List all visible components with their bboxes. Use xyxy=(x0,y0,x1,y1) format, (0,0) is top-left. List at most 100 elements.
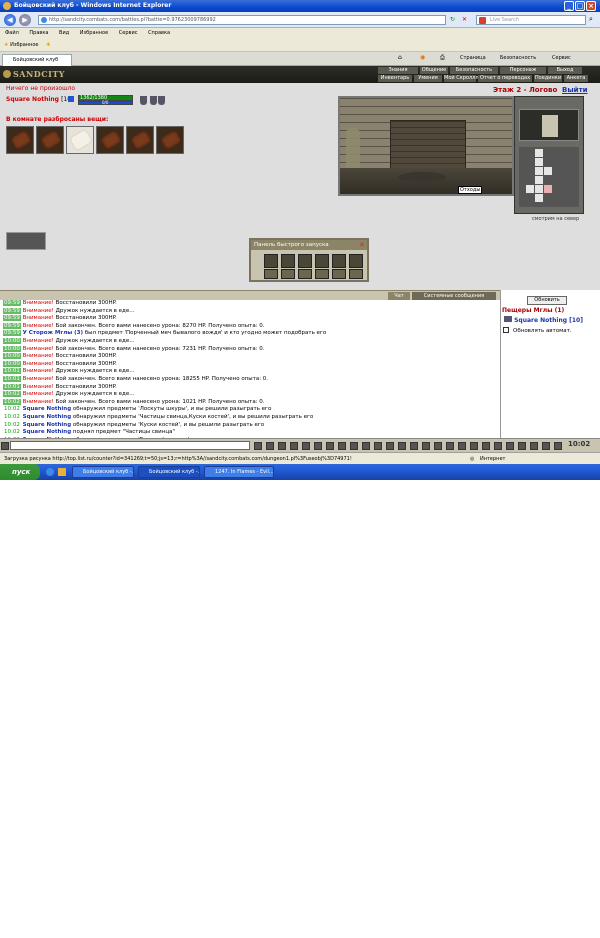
shield-icon[interactable] xyxy=(140,96,147,105)
toolbar-icon[interactable] xyxy=(458,442,466,450)
shield-icon-3[interactable] xyxy=(158,96,165,105)
quicklaunch-icon[interactable] xyxy=(58,468,66,476)
menu-favorites[interactable]: Избранное xyxy=(80,30,108,36)
toolbar-icon[interactable] xyxy=(470,442,478,450)
maximize-button[interactable]: □ xyxy=(575,1,585,11)
chat-player[interactable]: Square Nothing xyxy=(23,406,72,412)
toolbar-icon[interactable] xyxy=(530,442,538,450)
home-icon[interactable]: ⌂ xyxy=(398,54,402,61)
quick-slot-12[interactable] xyxy=(349,269,363,279)
chat-time[interactable]: 10:02 xyxy=(3,391,21,398)
chat-player[interactable]: Square Nothing xyxy=(23,422,72,428)
navigation-compass[interactable] xyxy=(519,109,579,141)
chat-time[interactable]: 10:02 xyxy=(3,422,21,428)
toolbar-icon[interactable] xyxy=(338,442,346,450)
toolbar-icon[interactable] xyxy=(374,442,382,450)
menu-help[interactable]: Справка xyxy=(148,30,170,36)
toolbar-icon[interactable] xyxy=(398,442,406,450)
menu-file[interactable]: Файл xyxy=(5,30,19,36)
tab-fightclub[interactable]: Бойцовский клуб xyxy=(2,54,72,66)
print-icon[interactable]: ⎙ xyxy=(440,54,445,62)
room-item-hide[interactable] xyxy=(6,126,34,154)
chat-time[interactable]: 10:02 xyxy=(3,429,21,435)
exit-link[interactable]: Выйти xyxy=(562,86,588,94)
chat-log[interactable]: 09:59 Внимание! Восстановили 300HP. 09:59… xyxy=(0,300,500,438)
chat-time[interactable]: 10:01 xyxy=(3,375,21,382)
tab-system-messages[interactable]: Системные сообщения xyxy=(412,292,496,300)
chat-player[interactable]: Square Nothing xyxy=(23,414,72,420)
quick-slot-3[interactable] xyxy=(298,254,312,268)
toolbar-icon[interactable] xyxy=(278,442,286,450)
quick-slot-2[interactable] xyxy=(281,254,295,268)
debris-pile[interactable] xyxy=(398,172,446,182)
nav-exit[interactable]: Выход xyxy=(548,67,582,74)
room-item-hide[interactable] xyxy=(156,126,184,154)
quicklaunch-ie-icon[interactable] xyxy=(46,468,54,476)
command-security[interactable]: Безопасность xyxy=(500,55,536,61)
search-input[interactable]: Live Search xyxy=(476,15,586,25)
shield-icon-2[interactable] xyxy=(150,96,157,105)
toolbar-icon[interactable] xyxy=(302,442,310,450)
auto-update-checkbox[interactable]: Обновлять автомат. xyxy=(503,327,572,334)
toolbar-icon[interactable] xyxy=(482,442,490,450)
toolbar-icon[interactable] xyxy=(518,442,526,450)
favorites-label[interactable]: Избранное xyxy=(10,42,38,48)
quick-slot-11[interactable] xyxy=(332,269,346,279)
player-info-icon[interactable] xyxy=(68,96,74,102)
nav-inventory[interactable]: Инвентарь xyxy=(378,75,412,82)
chat-time[interactable]: 10:00 xyxy=(3,360,21,367)
chat-player[interactable]: У Сторож Мглы (3) xyxy=(23,330,83,336)
nav-scroll[interactable]: Мой Скроллл xyxy=(444,75,479,82)
minimap[interactable] xyxy=(514,96,584,214)
toolbar-icon[interactable] xyxy=(554,442,562,450)
nav-profile[interactable]: Анкета xyxy=(564,75,588,82)
dungeon-view[interactable]: Отходы xyxy=(338,96,514,196)
nav-security[interactable]: Безопасность xyxy=(450,67,498,74)
chat-time[interactable]: 10:00 xyxy=(3,337,21,344)
chat-time[interactable]: 10:02 xyxy=(3,406,21,412)
toolbar-icon[interactable] xyxy=(350,442,358,450)
toolbar-icon[interactable] xyxy=(266,442,274,450)
quick-slot-4[interactable] xyxy=(315,254,329,268)
add-favorite-icon[interactable]: ✚ xyxy=(46,42,50,48)
toolbar-icon[interactable] xyxy=(362,442,370,450)
forward-button[interactable]: ▶ xyxy=(19,14,31,26)
search-go-icon[interactable]: ⌕ xyxy=(589,15,593,24)
player-name[interactable]: Square Nothing [10] xyxy=(6,96,73,103)
chat-time[interactable]: 10:02 xyxy=(3,414,21,420)
chat-time[interactable]: 10:00 xyxy=(3,345,21,352)
taskbar-item[interactable]: 1247. In Flames - Evil... xyxy=(204,466,274,478)
refresh-icon[interactable]: ↻ xyxy=(450,16,455,23)
toolbar-icon[interactable] xyxy=(434,442,442,450)
minimize-button[interactable]: _ xyxy=(564,1,574,11)
nav-communication[interactable]: Общение xyxy=(420,67,448,74)
toolbar-icon[interactable] xyxy=(290,442,298,450)
quick-slot-9[interactable] xyxy=(298,269,312,279)
refresh-button[interactable]: Обновить xyxy=(527,296,567,305)
counter-badges[interactable] xyxy=(6,232,46,250)
room-item-hide[interactable] xyxy=(36,126,64,154)
chat-time[interactable]: 10:02 xyxy=(3,398,21,405)
chat-time[interactable]: 09:59 xyxy=(3,315,21,322)
room-item-hide[interactable] xyxy=(126,126,154,154)
room-item-bones[interactable] xyxy=(66,126,94,154)
chat-time[interactable]: 09:59 xyxy=(3,322,21,329)
command-tools[interactable]: Сервис xyxy=(552,55,571,61)
toolbar-icon[interactable] xyxy=(494,442,502,450)
send-icon[interactable] xyxy=(254,442,262,450)
location-player[interactable]: Square Nothing [10] xyxy=(504,316,583,324)
toolbar-icon[interactable] xyxy=(542,442,550,450)
toolbar-icon[interactable] xyxy=(410,442,418,450)
nav-knowledge[interactable]: Знания xyxy=(378,67,418,74)
nav-character[interactable]: Персонаж xyxy=(500,67,546,74)
nav-battles[interactable]: Поединки xyxy=(534,75,562,82)
chat-input[interactable] xyxy=(10,441,250,450)
menu-tools[interactable]: Сервис xyxy=(119,30,138,36)
toolbar-icon[interactable] xyxy=(326,442,334,450)
command-page[interactable]: Страница xyxy=(460,55,486,61)
quick-slot-1[interactable] xyxy=(264,254,278,268)
toolbar-icon[interactable] xyxy=(422,442,430,450)
quick-slot-7[interactable] xyxy=(264,269,278,279)
chat-player[interactable]: Square Nothing xyxy=(23,429,72,435)
tab-chat[interactable]: Чат xyxy=(388,292,410,300)
